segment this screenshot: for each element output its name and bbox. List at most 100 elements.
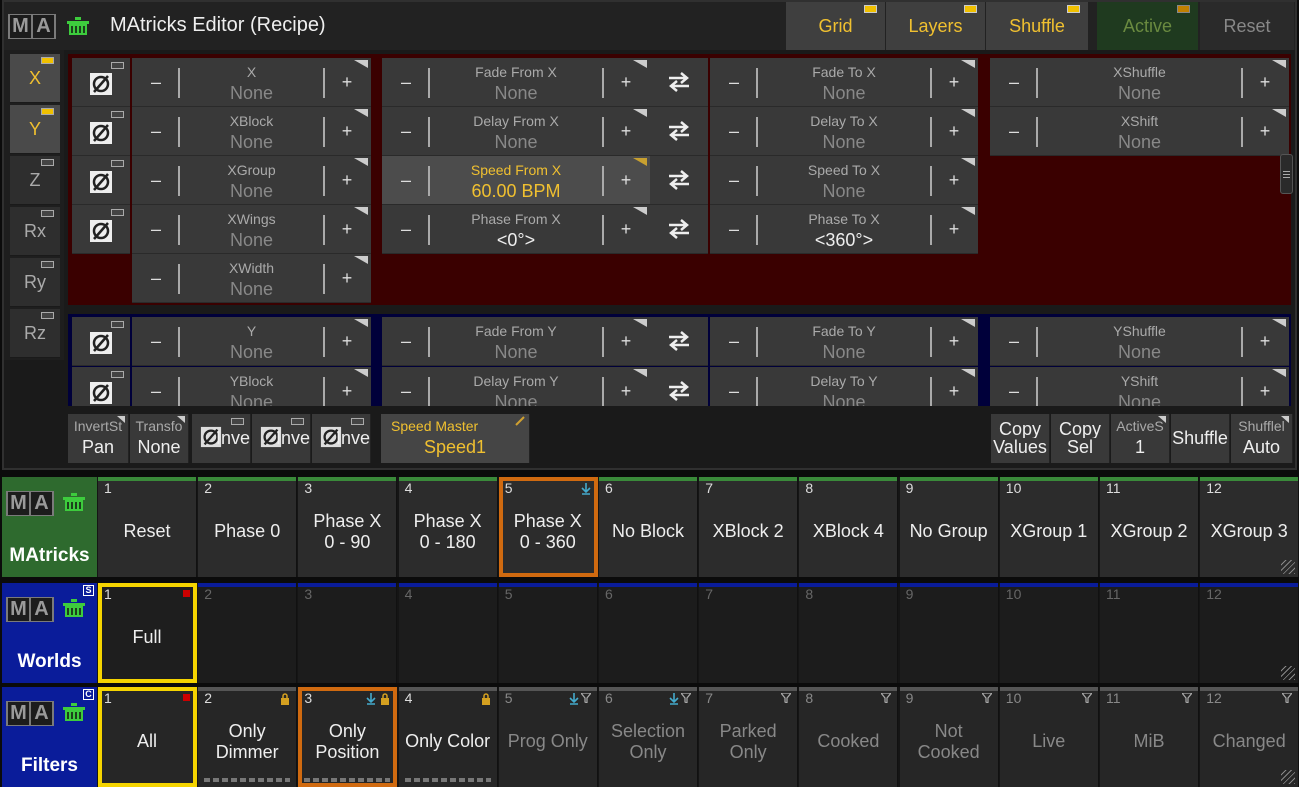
- lock-download-icons: [366, 693, 390, 705]
- worlds-pool-item[interactable]: 6: [599, 583, 698, 683]
- x-shuffle-cell[interactable]: – XShuffle None +: [990, 58, 1289, 107]
- pool-item-label: XBlock 4: [812, 521, 884, 541]
- pool-item-number: 6: [605, 586, 613, 602]
- worlds-pool-header[interactable]: M A Worlds S: [2, 583, 97, 683]
- x-to-cell[interactable]: – Delay To X None +: [710, 107, 978, 156]
- worlds-pool-item[interactable]: 12: [1200, 583, 1299, 683]
- active-selection-button[interactable]: ActiveS 1: [1111, 414, 1170, 463]
- x-block-cell[interactable]: – X None +: [132, 58, 371, 107]
- pool-item-label: XBlock 2: [712, 521, 784, 541]
- worlds-pool-item[interactable]: 2: [198, 583, 298, 683]
- swap-from-to-button[interactable]: [650, 107, 708, 156]
- block-switch[interactable]: [72, 156, 130, 205]
- block-switch[interactable]: [72, 367, 130, 406]
- worlds-pool-item[interactable]: 3: [298, 583, 398, 683]
- y-shuffle-cell[interactable]: – YShift None +: [990, 367, 1289, 406]
- selected-outline: [98, 583, 197, 683]
- matricks-pool-item[interactable]: 12 XGroup 3: [1200, 477, 1299, 577]
- filters-pool-item[interactable]: 11 MiB: [1100, 687, 1199, 787]
- worlds-pool-item[interactable]: 8: [799, 583, 899, 683]
- invert-button[interactable]: Inver: [252, 414, 311, 463]
- x-to-cell[interactable]: – Phase To X <360°> +: [710, 205, 978, 254]
- filters-pool-header[interactable]: M A Filters C: [2, 687, 97, 787]
- filters-pool-item[interactable]: 1 All: [98, 687, 197, 787]
- matricks-pool-item[interactable]: 3 Phase X 0 - 90: [298, 477, 398, 577]
- filters-pool-item[interactable]: 10 Live: [999, 687, 1099, 787]
- copy-values-button[interactable]: Copy Values: [991, 414, 1050, 463]
- x-block-cell[interactable]: – XWidth None +: [132, 254, 371, 303]
- invert-style-button[interactable]: InvertSt Pan: [68, 414, 129, 463]
- matricks-pool-item[interactable]: 11 XGroup 2: [1100, 477, 1199, 577]
- y-to-cell[interactable]: – Fade To Y None +: [710, 317, 978, 366]
- x-from-cell[interactable]: – Phase From X <0°> +: [382, 205, 650, 254]
- filters-pool-item[interactable]: 4 Only Color: [398, 687, 498, 787]
- worlds-pool-item[interactable]: 7: [699, 583, 799, 683]
- x-block-cell[interactable]: – XWings None +: [132, 205, 371, 254]
- filters-pool-item[interactable]: 6 Selection Only: [599, 687, 698, 787]
- filters-pool-item[interactable]: 9 Not Cooked: [899, 687, 999, 787]
- pool-item-strip: [799, 687, 898, 691]
- filters-pool-item[interactable]: 3 Only Position: [298, 687, 398, 787]
- shuffle-mode-button[interactable]: Shufflel Auto: [1231, 414, 1293, 463]
- transform-button[interactable]: Transfo None: [130, 414, 189, 463]
- matricks-pool-header[interactable]: M A MAtricks: [2, 477, 97, 577]
- swap-from-to-button[interactable]: [650, 58, 708, 107]
- matricks-pool-item[interactable]: 9 No Group: [899, 477, 999, 577]
- y-to-cell[interactable]: – Delay To Y None +: [710, 367, 978, 406]
- worlds-pool-item[interactable]: 4: [398, 583, 498, 683]
- resize-grip-icon[interactable]: [1281, 560, 1296, 574]
- matricks-pool-item[interactable]: 10 XGroup 1: [999, 477, 1099, 577]
- worlds-pool-item[interactable]: 9: [899, 583, 999, 683]
- y-shuffle-cell[interactable]: – YShuffle None +: [990, 317, 1289, 366]
- worlds-pool-item[interactable]: 11: [1100, 583, 1199, 683]
- copy-sel-button[interactable]: Copy Sel: [1051, 414, 1110, 463]
- block-switch[interactable]: [72, 317, 130, 366]
- swap-arrows-icon: [669, 331, 689, 351]
- filters-pool-item[interactable]: 2 Only Dimmer: [198, 687, 298, 787]
- shuffle-button[interactable]: Shuffle: [1171, 414, 1230, 463]
- x-from-cell[interactable]: – Speed From X 60.00 BPM +: [382, 156, 650, 205]
- block-switch[interactable]: [72, 205, 130, 254]
- filters-pool-item[interactable]: 7 Parked Only: [699, 687, 799, 787]
- switch-indicator: [111, 371, 124, 378]
- swap-from-to-button[interactable]: [650, 317, 708, 366]
- x-shuffle-cell[interactable]: – XShift None +: [990, 107, 1289, 156]
- matricks-pool-item[interactable]: 5 Phase X 0 - 360: [498, 477, 598, 577]
- filters-pool-item[interactable]: 8 Cooked: [799, 687, 899, 787]
- worlds-pool-item[interactable]: 1 Full: [98, 583, 197, 683]
- matricks-pool-item[interactable]: 4 Phase X 0 - 180: [398, 477, 498, 577]
- swap-from-to-button[interactable]: [650, 156, 708, 205]
- matricks-pool-item[interactable]: 1 Reset: [98, 477, 197, 577]
- y-block-cell[interactable]: – Y None +: [132, 317, 371, 366]
- invert-button[interactable]: Inver: [312, 414, 371, 463]
- matricks-pool-item[interactable]: 6 No Block: [599, 477, 698, 577]
- side-panel-handle[interactable]: [1280, 154, 1293, 194]
- x-to-cell[interactable]: – Fade To X None +: [710, 58, 978, 107]
- block-switch[interactable]: [72, 107, 130, 156]
- worlds-pool-item[interactable]: 10: [999, 583, 1099, 683]
- matricks-pool-item[interactable]: 2 Phase 0: [198, 477, 298, 577]
- filters-pool-item[interactable]: 5 Prog Only: [498, 687, 598, 787]
- x-block-cell[interactable]: – XBlock None +: [132, 107, 371, 156]
- x-from-cell[interactable]: – Delay From X None +: [382, 107, 650, 156]
- filters-pool-item[interactable]: 12 Changed: [1200, 687, 1299, 787]
- swap-from-to-button[interactable]: [650, 205, 708, 254]
- resize-grip-icon[interactable]: [1281, 666, 1296, 680]
- swap-from-to-button[interactable]: [650, 367, 708, 406]
- x-block-cell[interactable]: – XGroup None +: [132, 156, 371, 205]
- matricks-pool-item[interactable]: 8 XBlock 4: [799, 477, 899, 577]
- speed-master-button[interactable]: Speed Master Speed1: [381, 414, 530, 463]
- x-to-cell[interactable]: – Speed To X None +: [710, 156, 978, 205]
- block-switch[interactable]: [72, 58, 130, 107]
- filter-funnel-icon: [1182, 693, 1192, 703]
- pool-item-label: XGroup 2: [1110, 521, 1188, 541]
- y-from-cell[interactable]: – Fade From Y None +: [382, 317, 650, 366]
- matricks-pool-item[interactable]: 7 XBlock 2: [699, 477, 799, 577]
- x-from-cell[interactable]: – Fade From X None +: [382, 58, 650, 107]
- worlds-pool-item[interactable]: 5: [498, 583, 598, 683]
- y-block-cell[interactable]: – YBlock None +: [132, 367, 371, 406]
- pool-item-number: 3: [304, 480, 313, 496]
- resize-grip-icon[interactable]: [1281, 770, 1296, 784]
- invert-button[interactable]: Inver: [192, 414, 251, 463]
- y-from-cell[interactable]: – Delay From Y None +: [382, 367, 650, 406]
